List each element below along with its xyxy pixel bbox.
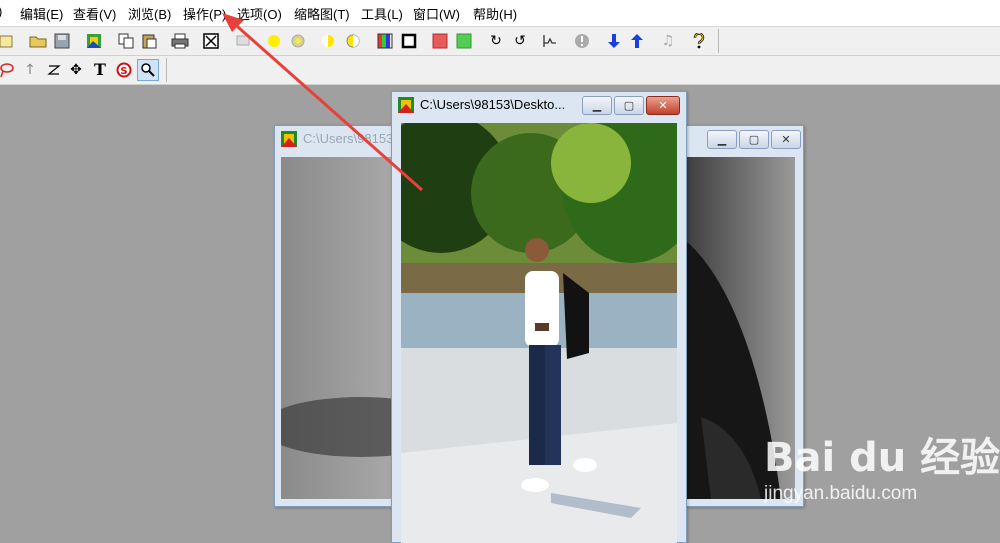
watermark-url: jingyan.baidu.com bbox=[764, 483, 918, 504]
baidu-watermark: Bai du 经验 jingyan.baidu.com bbox=[764, 425, 1000, 515]
watermark-logo: Bai du 经验 bbox=[764, 435, 1000, 481]
